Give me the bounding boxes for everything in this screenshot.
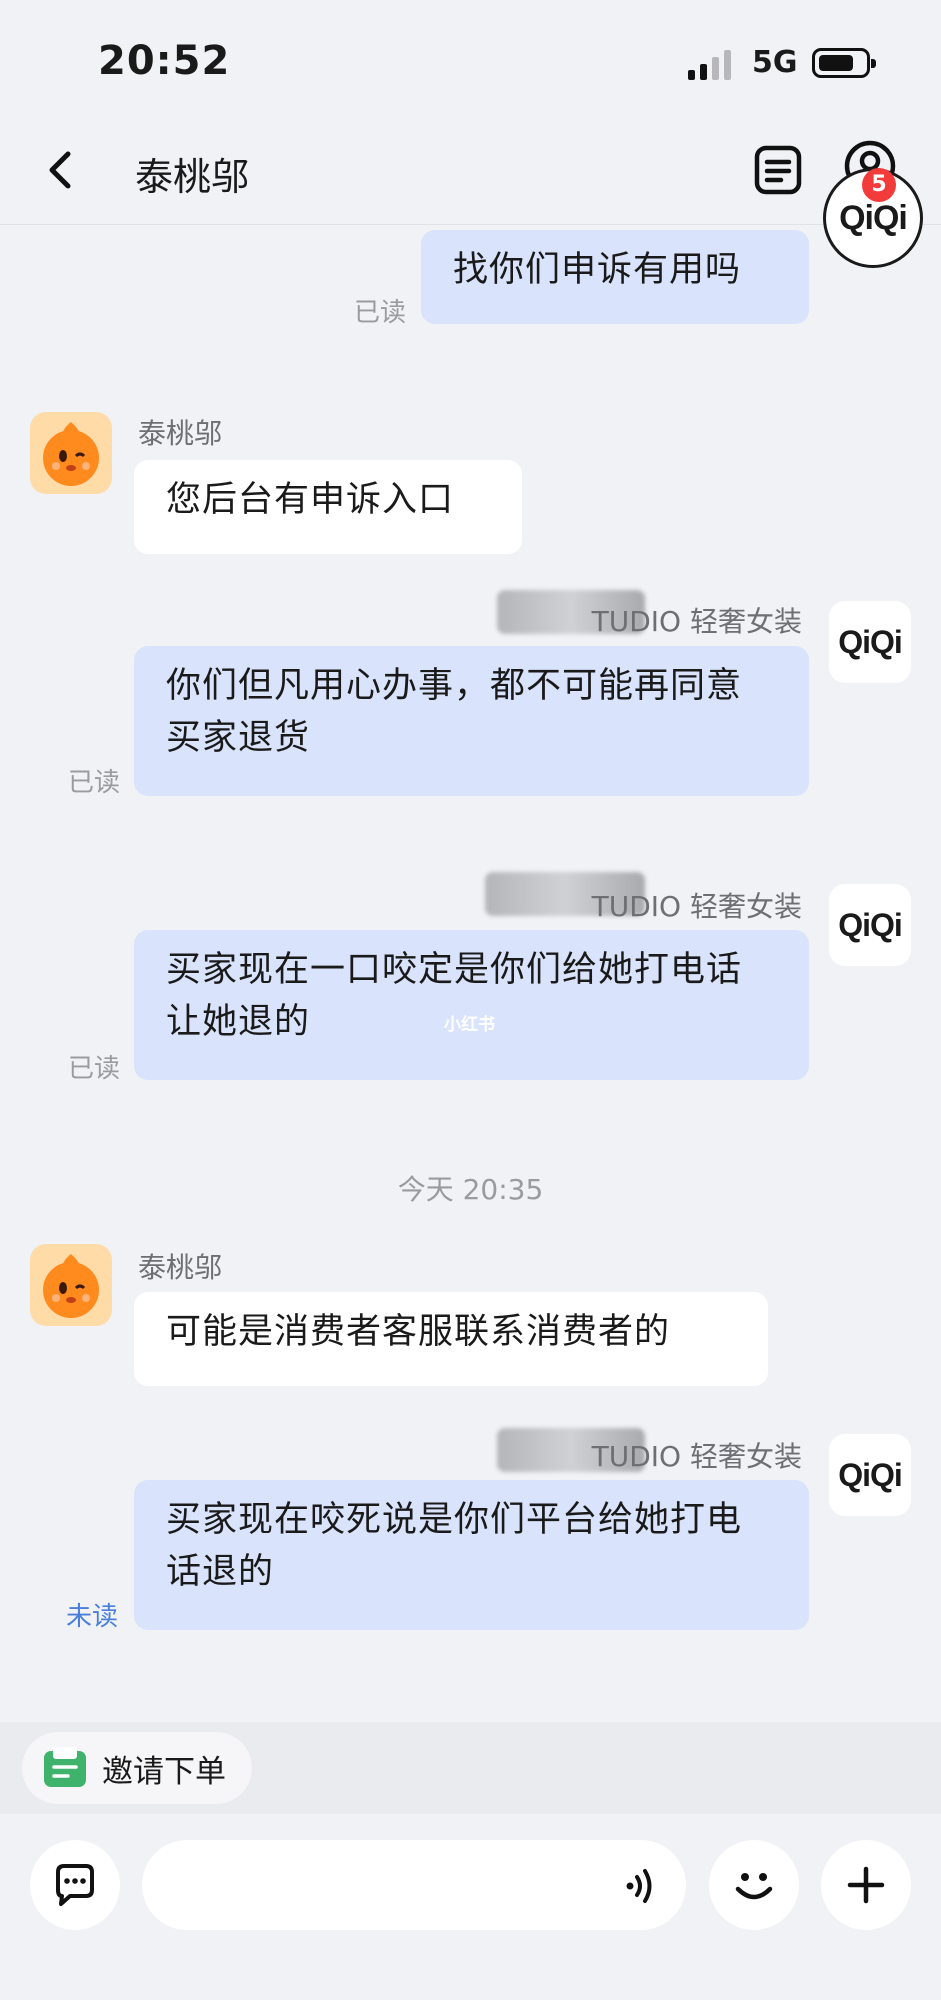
message-bubble-incoming[interactable]: 可能是消费者客服联系消费者的 xyxy=(134,1292,768,1386)
mascot-icon xyxy=(43,1254,99,1318)
shop-label: TUDIO 轻奢女装 xyxy=(591,605,802,638)
shop-avatar[interactable]: QiQi xyxy=(829,884,911,966)
add-button[interactable] xyxy=(821,1840,911,1930)
message-bubble-outgoing[interactable]: 买家现在咬死说是你们平台给她打电话退的 xyxy=(134,1480,809,1630)
back-button[interactable] xyxy=(36,144,88,196)
invite-order-icon xyxy=(44,1747,86,1787)
message-input[interactable] xyxy=(142,1840,686,1930)
message-text: 买家现在咬死说是你们平台给她打电话退的 xyxy=(166,1500,743,1592)
input-bar xyxy=(0,1814,941,2000)
message-bubble-outgoing[interactable]: 找你们申诉有用吗 xyxy=(421,230,809,324)
sender-name: 泰桃邬 xyxy=(138,1251,223,1284)
shop-avatar[interactable]: QiQi xyxy=(829,1434,911,1516)
invite-order-label: 邀请下单 xyxy=(102,1753,226,1790)
timestamp-divider: 今天 20:35 xyxy=(397,1173,544,1206)
document-list-icon xyxy=(754,145,802,195)
invite-order-button[interactable]: 邀请下单 xyxy=(22,1732,252,1804)
chat-title: 泰桃邬 xyxy=(135,155,250,199)
message-bubble-outgoing[interactable]: 你们但凡用心办事，都不可能再同意买家退货 xyxy=(134,646,809,796)
chevron-left-icon xyxy=(49,151,71,189)
message-bubble-outgoing[interactable]: 买家现在一口咬定是你们给她打电话让她退的 xyxy=(134,930,809,1080)
network-label: 5G xyxy=(752,45,798,80)
shop-label: TUDIO 轻奢女装 xyxy=(591,890,802,923)
bot-avatar[interactable] xyxy=(30,1244,112,1326)
smiley-icon xyxy=(735,1873,773,1900)
quick-reply-button[interactable] xyxy=(30,1840,120,1930)
battery-icon xyxy=(812,48,876,78)
notification-count-badge: 5 xyxy=(862,168,896,202)
shop-label: TUDIO 轻奢女装 xyxy=(591,1440,802,1473)
quick-action-bar: 邀请下单 xyxy=(0,1722,941,1814)
read-status: 已读 xyxy=(354,298,407,328)
chat-header: 泰桃邬 xyxy=(0,120,941,225)
read-status: 已读 xyxy=(68,768,121,798)
shop-avatar[interactable]: QiQi xyxy=(829,601,911,683)
status-time: 20:52 xyxy=(98,38,231,84)
watermark: 小红书 xyxy=(444,1015,495,1035)
message-text: 您后台有申诉入口 xyxy=(166,480,455,520)
sender-name: 泰桃邬 xyxy=(138,417,223,450)
message-text: 你们但凡用心办事，都不可能再同意买家退货 xyxy=(166,666,743,758)
status-bar: 20:52 5G xyxy=(0,0,941,120)
message-bubble-incoming[interactable]: 您后台有申诉入口 xyxy=(134,460,522,554)
emoji-button[interactable] xyxy=(709,1840,799,1930)
chat-bubble-icon xyxy=(56,1864,94,1906)
signal-icon xyxy=(688,48,734,80)
mascot-icon xyxy=(43,422,99,486)
voice-icon[interactable] xyxy=(622,1864,662,1908)
read-status: 未读 xyxy=(66,1602,119,1632)
plus-icon xyxy=(847,1866,885,1904)
bot-avatar[interactable] xyxy=(30,412,112,494)
message-text: 找你们申诉有用吗 xyxy=(453,250,742,290)
message-text: 可能是消费者客服联系消费者的 xyxy=(166,1312,671,1352)
orders-button[interactable] xyxy=(752,142,804,198)
read-status: 已读 xyxy=(68,1054,121,1084)
